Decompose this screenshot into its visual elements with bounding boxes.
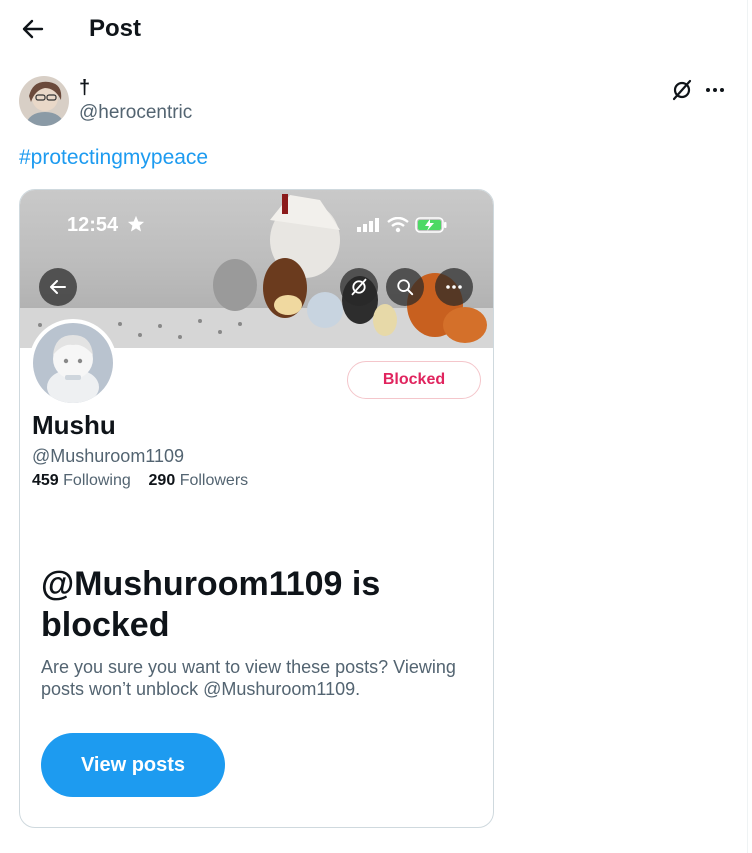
- hashtag-link[interactable]: #protectingmypeace: [19, 146, 208, 170]
- page-title: Post: [89, 15, 142, 42]
- status-bar-time: 12:54: [67, 214, 145, 237]
- status-bar-icons: [357, 216, 447, 234]
- column-divider: [747, 0, 748, 853]
- blocked-notice-description: Are you sure you want to view these post…: [41, 657, 456, 699]
- cellular-signal-icon: [357, 218, 379, 232]
- profile-name: Mushu: [32, 410, 116, 440]
- star-icon: [127, 215, 144, 232]
- grok-icon: [351, 278, 367, 296]
- wifi-icon: [387, 217, 409, 233]
- profile-avatar: [29, 319, 117, 407]
- post-media-image[interactable]: 12:54 Blocked Mushu @Mushuroom1109 459 F…: [19, 189, 494, 828]
- followers-label: Followers: [179, 472, 249, 489]
- post-header: Post: [0, 0, 747, 58]
- search-icon: [397, 279, 414, 296]
- banner-search-button: [386, 268, 424, 306]
- followers-count: 290: [148, 472, 176, 489]
- more-horizontal-icon: [706, 88, 724, 92]
- blocked-status-button: Blocked: [347, 361, 481, 399]
- banner-grok-button: [340, 268, 378, 306]
- more-horizontal-icon: [446, 285, 462, 289]
- following-count: 459: [32, 472, 59, 489]
- grok-button[interactable]: [668, 76, 696, 104]
- banner-back-button: [39, 268, 77, 306]
- view-posts-button: View posts: [41, 733, 225, 797]
- more-options-button[interactable]: [702, 76, 728, 104]
- following-label: Following: [63, 472, 131, 489]
- grok-icon: [672, 79, 692, 101]
- arrow-left-icon: [50, 280, 66, 294]
- profile-handle: @Mushuroom1109: [32, 446, 185, 466]
- battery-charging-icon: [415, 217, 447, 233]
- author-avatar[interactable]: [19, 76, 69, 126]
- blocked-notice-title: @Mushuroom1109 is blocked: [41, 565, 381, 644]
- back-button[interactable]: [16, 12, 50, 46]
- author-display-name[interactable]: †: [79, 78, 90, 98]
- arrow-left-icon: [22, 19, 44, 39]
- author-handle[interactable]: @herocentric: [79, 102, 192, 124]
- banner-more-button: [435, 268, 473, 306]
- profile-stats: 459 Following 290 Followers: [32, 472, 248, 490]
